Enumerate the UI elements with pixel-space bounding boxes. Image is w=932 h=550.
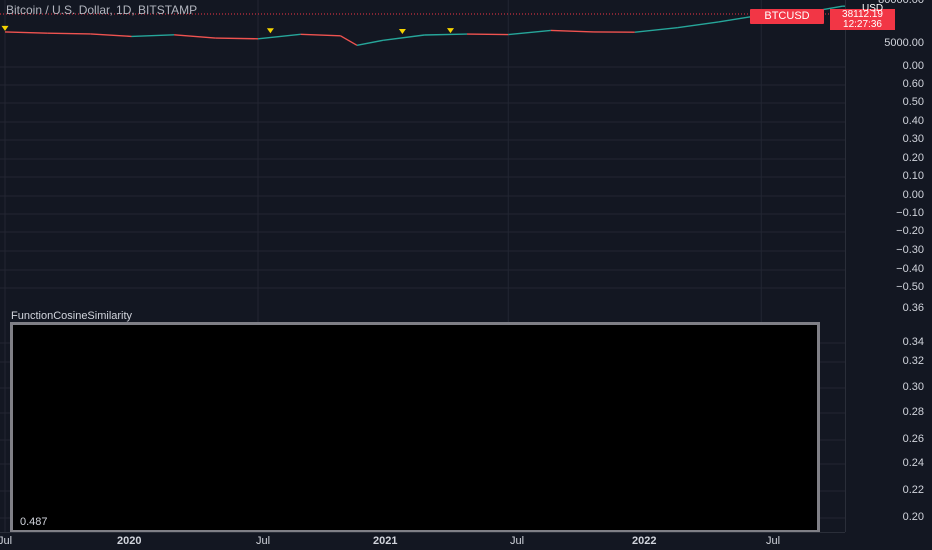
indicator-axis-tick: 0.32 [902,355,924,367]
price-segment [466,33,509,36]
price-segment [300,33,341,37]
signal-marker [266,28,274,34]
chart-title: Bitcoin / U.S. Dollar, 1D, BITSTAMP [6,3,198,17]
indicator-value: 0.487 [20,516,48,528]
price-axis-tick: 5000.00 [884,37,924,49]
indicator-axis-tick: 0.26 [902,433,924,445]
price-axis-tick: 0.40 [902,115,924,127]
indicator-axis-tick: 0.20 [902,511,924,523]
price-axis-tick: 0.10 [902,170,924,182]
price-segment [47,32,91,35]
indicator-axis-tick: 0.24 [902,457,924,469]
indicator-axis-tick: 0.34 [902,336,924,348]
price-axis-tick: −0.10 [896,207,924,219]
price-segment [550,29,594,33]
price-segment [340,35,358,46]
time-axis[interactable]: Jul 2020 Jul 2021 Jul 2022 Jul [0,532,845,550]
price-segment [215,37,259,40]
indicator-table-box [10,322,820,533]
bar-countdown: 12:27:36 [843,19,882,30]
price-axis-tick: 0.36 [902,302,924,314]
price-axis-tick: −0.20 [896,225,924,237]
indicator-title[interactable]: FunctionCosineSimilarity [11,310,132,322]
price-segment [383,34,425,41]
time-axis-tick: 2020 [117,535,142,547]
price-segment [424,33,468,36]
indicator-axis-tick: 0.22 [902,484,924,496]
indicator-axis-tick: 0.30 [902,381,924,393]
time-axis-tick: Jul [0,535,13,547]
chart-root: Bitcoin / U.S. Dollar, 1D, BITSTAMP 5000… [0,0,932,550]
price-axis-tick: −0.50 [896,281,924,293]
indicator-axis-tick: 0.28 [902,406,924,418]
price-segment [174,34,216,39]
price-axis-tick: 0.30 [902,133,924,145]
time-axis-tick: Jul [256,535,271,547]
price-segment [677,21,719,29]
symbol-price-tag: BTCUSD [750,9,824,24]
price-segment [90,33,132,38]
price-axis[interactable]: 5000.00 0.00 0.60 0.50 0.40 0.30 0.20 0.10 0.00 −… [845,0,932,532]
signal-marker [398,29,406,34]
time-axis-tick: 2021 [373,535,398,547]
price-axis-tick: 0.00 [902,189,924,201]
signal-marker [447,28,454,34]
price-segment [356,39,384,46]
price-axis-tick: 0.20 [902,152,924,164]
time-axis-tick: Jul [766,535,781,547]
price-axis-tick: 0.00 [902,60,924,72]
price-segment [4,31,48,34]
signal-marker [1,25,9,31]
price-segment [257,33,301,40]
price-segment [508,29,551,36]
price-segment [131,34,175,38]
time-axis-tick: 2022 [632,535,657,547]
price-axis-tick: 0.50 [902,96,924,108]
price-axis-tick: −0.40 [896,263,924,275]
price-axis-tick: 0.60 [902,78,924,90]
price-axis-tick: −0.30 [896,244,924,256]
currency-unit: USD [862,3,884,14]
price-segment [634,27,678,33]
time-axis-tick: Jul [510,535,525,547]
